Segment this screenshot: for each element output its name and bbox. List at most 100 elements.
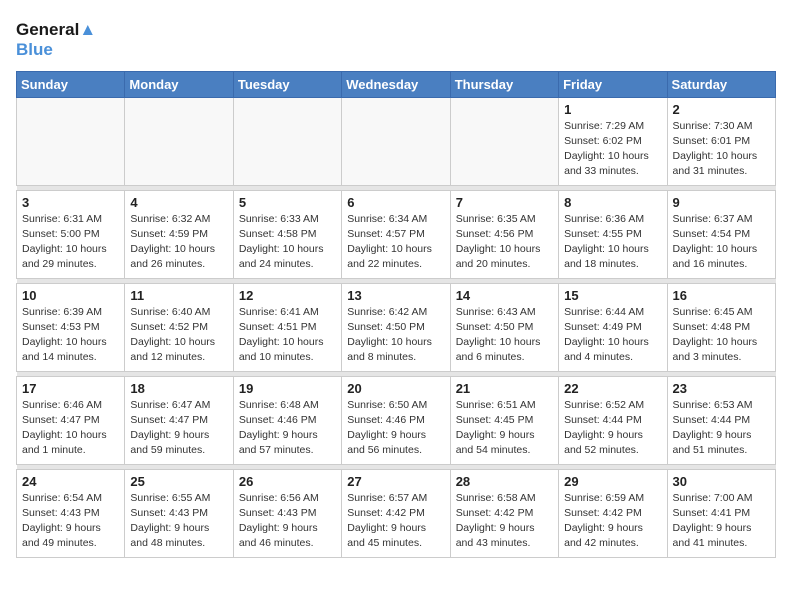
- calendar-cell: 1Sunrise: 7:29 AM Sunset: 6:02 PM Daylig…: [559, 97, 667, 185]
- day-number: 10: [22, 288, 119, 303]
- day-info: Sunrise: 6:57 AM Sunset: 4:42 PM Dayligh…: [347, 491, 444, 552]
- calendar-cell: [233, 97, 341, 185]
- day-number: 14: [456, 288, 553, 303]
- calendar-cell: [342, 97, 450, 185]
- day-number: 11: [130, 288, 227, 303]
- day-number: 27: [347, 474, 444, 489]
- calendar-cell: 18 Sunrise: 6:47 AM Sunset: 4:47 PM Dayli…: [125, 376, 233, 464]
- day-number: 15: [564, 288, 661, 303]
- day-number: 16: [673, 288, 770, 303]
- calendar-week-row: 1Sunrise: 7:29 AM Sunset: 6:02 PM Daylig…: [17, 97, 776, 185]
- calendar-cell: 27 Sunrise: 6:57 AM Sunset: 4:42 PM Dayli…: [342, 469, 450, 557]
- calendar-cell: 11 Sunrise: 6:40 AM Sunset: 4:52 PM Dayli…: [125, 283, 233, 371]
- day-info: Sunrise: 6:34 AM Sunset: 4:57 PM Dayligh…: [347, 212, 444, 273]
- day-number: 21: [456, 381, 553, 396]
- day-number: 29: [564, 474, 661, 489]
- day-number: 6: [347, 195, 444, 210]
- day-info: Sunrise: 6:54 AM Sunset: 4:43 PM Dayligh…: [22, 491, 119, 552]
- calendar-cell: 8 Sunrise: 6:36 AM Sunset: 4:55 PM Daylig…: [559, 190, 667, 278]
- day-info: Sunrise: 6:56 AM Sunset: 4:43 PM Dayligh…: [239, 491, 336, 552]
- day-info: Sunrise: 6:31 AM Sunset: 5:00 PM Dayligh…: [22, 212, 119, 273]
- calendar-cell: 25 Sunrise: 6:55 AM Sunset: 4:43 PM Dayli…: [125, 469, 233, 557]
- weekday-header-sunday: Sunday: [17, 71, 125, 97]
- day-number: 13: [347, 288, 444, 303]
- calendar-cell: 4 Sunrise: 6:32 AM Sunset: 4:59 PM Daylig…: [125, 190, 233, 278]
- day-info: Sunrise: 6:52 AM Sunset: 4:44 PM Dayligh…: [564, 398, 661, 459]
- calendar-cell: 12Sunrise: 6:41 AM Sunset: 4:51 PM Dayli…: [233, 283, 341, 371]
- day-info: Sunrise: 6:45 AM Sunset: 4:48 PM Dayligh…: [673, 305, 770, 366]
- calendar-week-row: 3Sunrise: 6:31 AM Sunset: 5:00 PM Daylig…: [17, 190, 776, 278]
- calendar-cell: 19 Sunrise: 6:48 AM Sunset: 4:46 PM Dayli…: [233, 376, 341, 464]
- calendar-header-row: SundayMondayTuesdayWednesdayThursdayFrid…: [17, 71, 776, 97]
- calendar-cell: 22 Sunrise: 6:52 AM Sunset: 4:44 PM Dayli…: [559, 376, 667, 464]
- calendar-cell: 23 Sunrise: 6:53 AM Sunset: 4:44 PM Dayli…: [667, 376, 775, 464]
- day-number: 25: [130, 474, 227, 489]
- day-info: Sunrise: 6:40 AM Sunset: 4:52 PM Dayligh…: [130, 305, 227, 366]
- day-number: 7: [456, 195, 553, 210]
- weekday-header-monday: Monday: [125, 71, 233, 97]
- day-number: 5: [239, 195, 336, 210]
- day-number: 23: [673, 381, 770, 396]
- weekday-header-tuesday: Tuesday: [233, 71, 341, 97]
- calendar-cell: 14 Sunrise: 6:43 AM Sunset: 4:50 PM Dayli…: [450, 283, 558, 371]
- calendar-cell: 20 Sunrise: 6:50 AM Sunset: 4:46 PM Dayli…: [342, 376, 450, 464]
- calendar-cell: 5 Sunrise: 6:33 AM Sunset: 4:58 PM Daylig…: [233, 190, 341, 278]
- day-number: 30: [673, 474, 770, 489]
- day-number: 17: [22, 381, 119, 396]
- day-number: 2: [673, 102, 770, 117]
- day-number: 4: [130, 195, 227, 210]
- weekday-header-thursday: Thursday: [450, 71, 558, 97]
- day-info: Sunrise: 6:51 AM Sunset: 4:45 PM Dayligh…: [456, 398, 553, 459]
- logo-text: General▲: [16, 20, 96, 40]
- calendar-cell: 13 Sunrise: 6:42 AM Sunset: 4:50 PM Dayli…: [342, 283, 450, 371]
- day-info: Sunrise: 6:37 AM Sunset: 4:54 PM Dayligh…: [673, 212, 770, 273]
- calendar-cell: 24 Sunrise: 6:54 AM Sunset: 4:43 PM Dayli…: [17, 469, 125, 557]
- calendar-week-row: 17 Sunrise: 6:46 AM Sunset: 4:47 PM Dayli…: [17, 376, 776, 464]
- day-number: 18: [130, 381, 227, 396]
- calendar-cell: 10 Sunrise: 6:39 AM Sunset: 4:53 PM Dayli…: [17, 283, 125, 371]
- day-info: Sunrise: 6:36 AM Sunset: 4:55 PM Dayligh…: [564, 212, 661, 273]
- day-number: 24: [22, 474, 119, 489]
- day-info: Sunrise: 6:43 AM Sunset: 4:50 PM Dayligh…: [456, 305, 553, 366]
- calendar-cell: 7 Sunrise: 6:35 AM Sunset: 4:56 PM Daylig…: [450, 190, 558, 278]
- day-info: Sunrise: 6:46 AM Sunset: 4:47 PM Dayligh…: [22, 398, 119, 459]
- calendar-week-row: 24 Sunrise: 6:54 AM Sunset: 4:43 PM Dayli…: [17, 469, 776, 557]
- day-info: Sunrise: 6:39 AM Sunset: 4:53 PM Dayligh…: [22, 305, 119, 366]
- day-info: Sunrise: 6:48 AM Sunset: 4:46 PM Dayligh…: [239, 398, 336, 459]
- day-info: Sunrise: 6:47 AM Sunset: 4:47 PM Dayligh…: [130, 398, 227, 459]
- calendar-cell: 15Sunrise: 6:44 AM Sunset: 4:49 PM Dayli…: [559, 283, 667, 371]
- day-info: Sunrise: 6:42 AM Sunset: 4:50 PM Dayligh…: [347, 305, 444, 366]
- calendar-cell: 17 Sunrise: 6:46 AM Sunset: 4:47 PM Dayli…: [17, 376, 125, 464]
- calendar-cell: 30 Sunrise: 7:00 AM Sunset: 4:41 PM Dayli…: [667, 469, 775, 557]
- calendar-cell: [17, 97, 125, 185]
- calendar-cell: 29 Sunrise: 6:59 AM Sunset: 4:42 PM Dayli…: [559, 469, 667, 557]
- calendar-cell: 9 Sunrise: 6:37 AM Sunset: 4:54 PM Daylig…: [667, 190, 775, 278]
- day-info: Sunrise: 6:55 AM Sunset: 4:43 PM Dayligh…: [130, 491, 227, 552]
- calendar-cell: 6 Sunrise: 6:34 AM Sunset: 4:57 PM Daylig…: [342, 190, 450, 278]
- day-number: 28: [456, 474, 553, 489]
- day-number: 9: [673, 195, 770, 210]
- calendar-cell: 16 Sunrise: 6:45 AM Sunset: 4:48 PM Dayli…: [667, 283, 775, 371]
- day-info: Sunrise: 6:32 AM Sunset: 4:59 PM Dayligh…: [130, 212, 227, 273]
- day-info: Sunrise: 6:59 AM Sunset: 4:42 PM Dayligh…: [564, 491, 661, 552]
- calendar-table: SundayMondayTuesdayWednesdayThursdayFrid…: [16, 71, 776, 558]
- day-number: 22: [564, 381, 661, 396]
- day-number: 20: [347, 381, 444, 396]
- day-info: Sunrise: 6:35 AM Sunset: 4:56 PM Dayligh…: [456, 212, 553, 273]
- calendar-body: 1Sunrise: 7:29 AM Sunset: 6:02 PM Daylig…: [17, 97, 776, 557]
- day-info: Sunrise: 7:29 AM Sunset: 6:02 PM Dayligh…: [564, 119, 661, 180]
- calendar-cell: 26 Sunrise: 6:56 AM Sunset: 4:43 PM Dayli…: [233, 469, 341, 557]
- day-info: Sunrise: 6:53 AM Sunset: 4:44 PM Dayligh…: [673, 398, 770, 459]
- day-info: Sunrise: 6:50 AM Sunset: 4:46 PM Dayligh…: [347, 398, 444, 459]
- logo: General▲ Blue: [16, 20, 96, 61]
- day-number: 19: [239, 381, 336, 396]
- calendar-cell: 2 Sunrise: 7:30 AM Sunset: 6:01 PM Daylig…: [667, 97, 775, 185]
- day-number: 8: [564, 195, 661, 210]
- calendar-cell: [450, 97, 558, 185]
- day-info: Sunrise: 7:00 AM Sunset: 4:41 PM Dayligh…: [673, 491, 770, 552]
- day-info: Sunrise: 7:30 AM Sunset: 6:01 PM Dayligh…: [673, 119, 770, 180]
- calendar-cell: [125, 97, 233, 185]
- day-number: 26: [239, 474, 336, 489]
- day-info: Sunrise: 6:33 AM Sunset: 4:58 PM Dayligh…: [239, 212, 336, 273]
- logo-subtext: Blue: [16, 40, 96, 60]
